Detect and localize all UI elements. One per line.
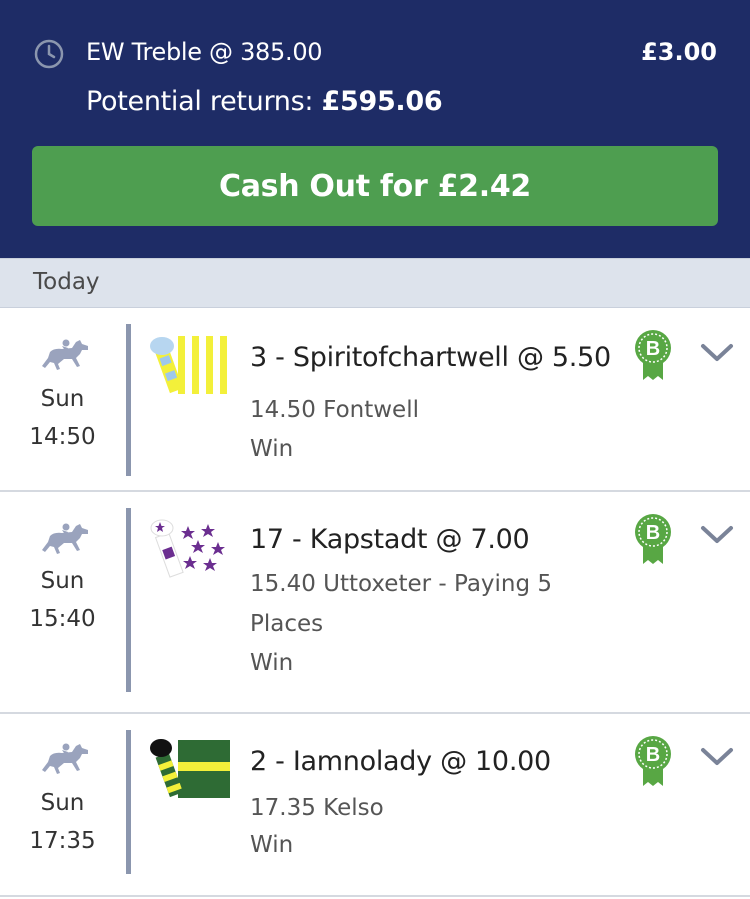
badge-letter: B — [646, 338, 660, 360]
race-info: 15.40 Uttoxeter - Paying 5 Places — [250, 571, 553, 637]
cash-out-button[interactable]: Cash Out for £2.42 — [32, 146, 718, 226]
jockey-silks-icon — [150, 336, 230, 394]
race-info: 17.35 Kelso — [250, 795, 384, 821]
bet-stake: £3.00 — [641, 38, 717, 66]
badge-letter: B — [646, 744, 660, 766]
returns-label: Potential returns: — [86, 86, 314, 117]
event-day: Sun — [40, 568, 85, 594]
event-day: Sun — [40, 790, 85, 816]
chevron-down-icon[interactable] — [700, 524, 734, 546]
jockey-silks-icon — [150, 739, 230, 798]
selection-row[interactable]: Sun 15:40 17 - Kapstadt @ 7.00 15.40 Utt… — [0, 492, 750, 714]
selection-name: 2 - Iamnolady @ 10.00 — [250, 746, 551, 777]
returns-value: £595.06 — [321, 86, 443, 117]
best-odds-badge-icon: B — [635, 736, 671, 786]
jockey-silks-icon — [150, 519, 230, 578]
potential-returns: Potential returns: £595.06 — [86, 86, 443, 117]
clock-icon — [34, 39, 64, 69]
market-type: Win — [250, 832, 294, 858]
chevron-down-icon[interactable] — [700, 746, 734, 768]
section-label: Today — [33, 269, 100, 295]
row-divider — [126, 324, 131, 476]
best-odds-badge-icon: B — [635, 330, 671, 380]
best-odds-badge-icon: B — [635, 514, 671, 564]
bet-title: EW Treble @ 385.00 — [86, 38, 323, 66]
event-time: 17:35 — [29, 828, 96, 854]
selection-name: 17 - Kapstadt @ 7.00 — [250, 524, 530, 555]
badge-letter: B — [646, 522, 660, 544]
selection-row[interactable]: Sun 17:35 2 - Iamnolady @ 10.00 17.35 Ke… — [0, 714, 750, 897]
row-divider — [126, 508, 131, 692]
horse-racing-icon — [42, 523, 88, 554]
row-divider — [126, 730, 131, 874]
chevron-down-icon[interactable] — [700, 342, 734, 364]
race-info: 14.50 Fontwell — [250, 397, 419, 423]
event-time: 14:50 — [29, 424, 96, 450]
bet-header: EW Treble @ 385.00 £3.00 Potential retur… — [0, 0, 750, 258]
market-type: Win — [250, 436, 294, 462]
event-time: 15:40 — [29, 606, 96, 632]
horse-racing-icon — [42, 743, 88, 774]
horse-racing-icon — [42, 339, 88, 370]
selection-row[interactable]: Sun 14:50 3 - Spiritofchartwell @ 5.50 1… — [0, 308, 750, 492]
selection-name: 3 - Spiritofchartwell @ 5.50 — [250, 342, 611, 373]
market-type: Win — [250, 650, 294, 676]
event-day: Sun — [40, 386, 85, 412]
section-header-today: Today — [0, 258, 750, 308]
